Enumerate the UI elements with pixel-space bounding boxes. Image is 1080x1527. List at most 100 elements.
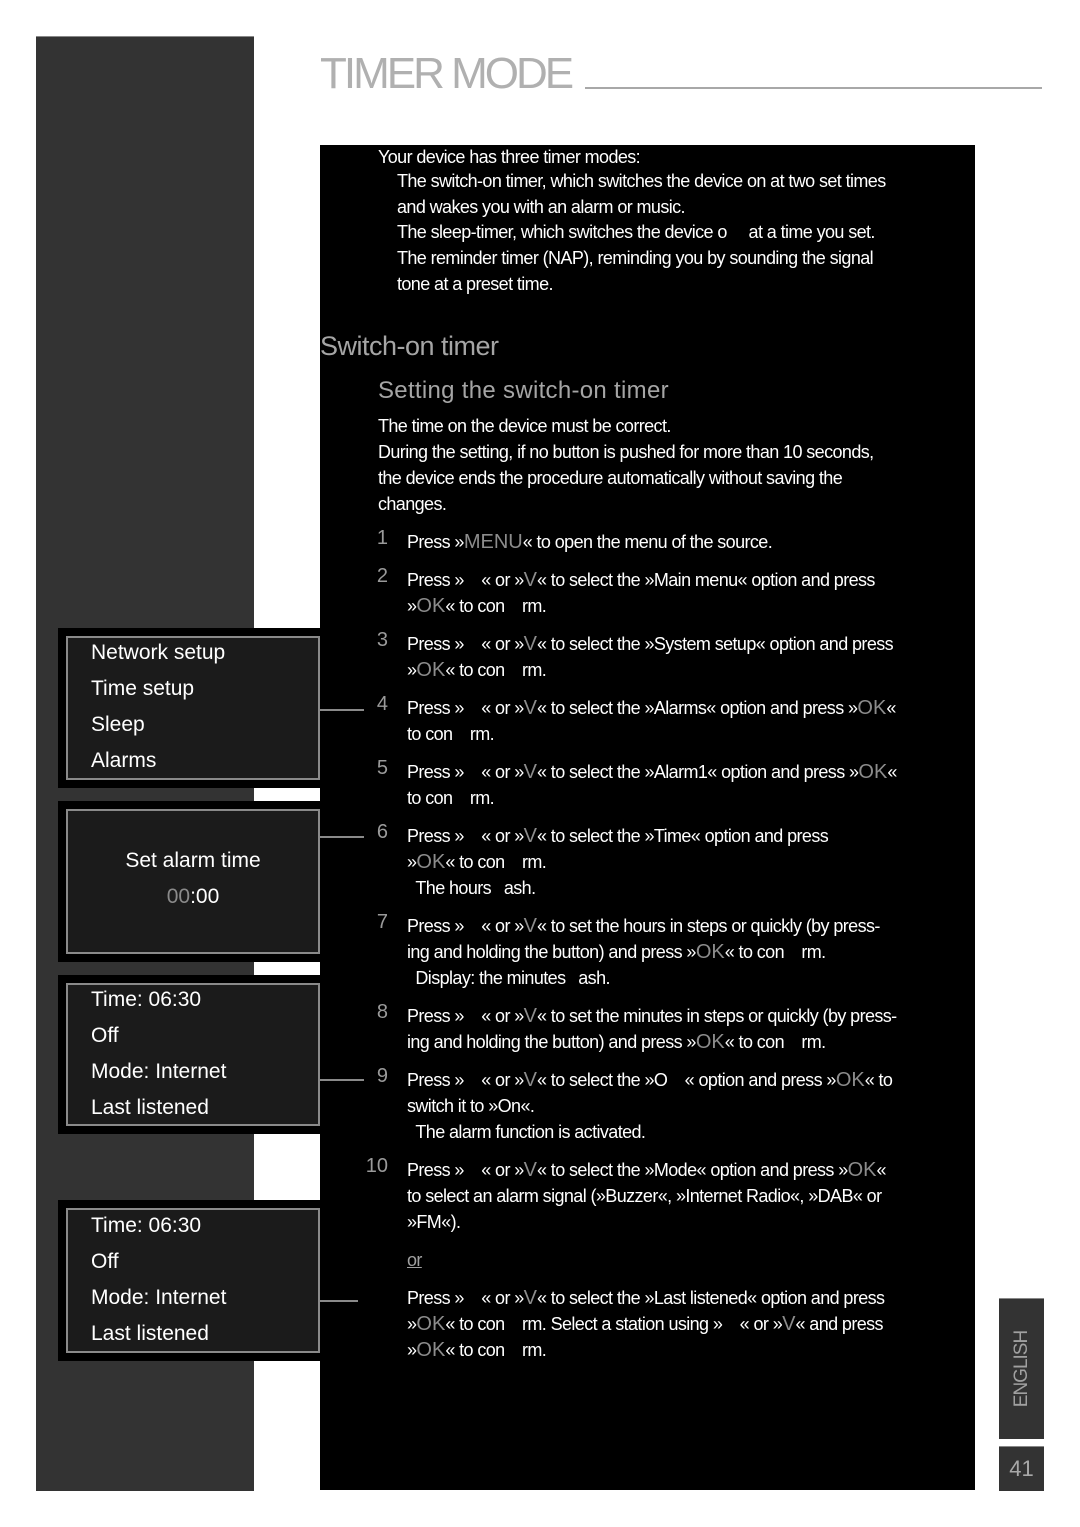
set-alarm-label: Set alarm time	[125, 849, 261, 872]
section-subheading: Setting the switch-on timer	[378, 377, 669, 404]
alarm-time-row: Time: 06:30	[91, 1214, 202, 1237]
alarm-mode-row: Mode: Internet	[91, 1286, 227, 1309]
alarm-status-row: Off	[91, 1250, 119, 1273]
button-key-label: OK	[695, 941, 725, 963]
display-screen: Set alarm time 00:00	[66, 809, 320, 954]
panel-gap	[254, 1134, 320, 1200]
intro-line: tone at a preset time.	[397, 274, 554, 294]
button-key-label: V	[523, 915, 537, 937]
language-label: ENGLISH	[1010, 1330, 1032, 1408]
step-text: Press » « or »V« to select the »Alarm1« …	[407, 761, 897, 783]
menu-item-alarms: Alarms	[91, 749, 157, 772]
step-text: Press » « or »V« to select the »Alarms« …	[407, 697, 896, 719]
step-number: 2	[376, 565, 388, 587]
button-key-label: OK	[847, 1159, 877, 1181]
panel-gap	[254, 580, 320, 628]
step-number: 3	[376, 629, 388, 651]
button-key-label: OK	[416, 659, 446, 681]
alarm-hours: 00	[166, 885, 191, 908]
alarm-time-value: 00:00	[68, 885, 318, 909]
step-number: 5	[376, 757, 388, 779]
connector-line	[320, 709, 364, 711]
button-key-label: OK	[858, 761, 888, 783]
alarm-minutes: 00	[195, 885, 220, 908]
step-text: to con rm.	[407, 724, 495, 744]
button-key-label: OK	[416, 1313, 446, 1335]
button-key-label: OK	[695, 1031, 725, 1053]
display-alarm-settings: Time: 06:30 Off Mode: Internet Last list…	[58, 975, 320, 1134]
button-key-label: V	[523, 1069, 537, 1091]
step-text: ing and holding the button) and press »O…	[407, 1031, 826, 1053]
step-text: »OK« to con rm.	[407, 659, 547, 681]
alt-step-text: »OK« to con rm. Select a station using »…	[407, 1313, 884, 1335]
instructions-block: Your device has three timer modes: The s…	[320, 145, 975, 1490]
step-text: »OK« to con rm.	[407, 851, 547, 873]
button-key-label: V	[523, 1005, 537, 1027]
menu-item-network-setup: Network setup	[91, 641, 226, 664]
display-set-alarm: Set alarm time 00:00	[58, 801, 320, 962]
step-text: »OK« to con rm.	[407, 595, 547, 617]
display-screen: Time: 06:30 Off Mode: Internet Last list…	[66, 1208, 320, 1353]
step-number: 4	[376, 693, 388, 715]
panel-gap	[254, 1361, 320, 1490]
menu-item-time-setup: Time setup	[91, 677, 195, 700]
note-line: During the setting, if no button is push…	[378, 442, 874, 462]
step-number: 6	[376, 821, 388, 843]
display-screen: Network setup Time setup Sleep Alarms	[66, 636, 320, 780]
display-screen: Time: 06:30 Off Mode: Internet Last list…	[66, 983, 320, 1126]
page-number: 41	[999, 1446, 1044, 1491]
alt-step-text: »OK« to con rm.	[407, 1339, 547, 1361]
connector-line	[320, 836, 364, 838]
alt-step-text: Press » « or »V« to select the »Last lis…	[407, 1287, 885, 1309]
step-text: to select an alarm signal (»Buzzer«, »In…	[407, 1186, 882, 1206]
button-key-label: V	[782, 1313, 796, 1335]
menu-item-sleep: Sleep	[91, 713, 145, 736]
step-text: Press » « or »V« to select the »Mode« op…	[407, 1159, 887, 1181]
button-key-label: V	[523, 1159, 537, 1181]
step-number: 7	[376, 911, 388, 933]
display-alarm-settings-2: Time: 06:30 Off Mode: Internet Last list…	[58, 1200, 320, 1361]
section-heading: Switch-on timer	[320, 331, 499, 361]
connector-line	[320, 1079, 364, 1081]
step-text: switch it to »On«.	[407, 1096, 535, 1116]
step-text: Press »MENU« to open the menu of the sou…	[407, 531, 773, 553]
button-key-label: MENU	[463, 531, 523, 553]
display-menu: Network setup Time setup Sleep Alarms	[58, 628, 320, 788]
intro-line: The switch-on timer, which switches the …	[397, 171, 886, 191]
language-tab: ENGLISH	[999, 1298, 1044, 1439]
button-key-label: V	[523, 761, 537, 783]
title-rule	[585, 87, 1042, 89]
button-key-label: V	[523, 569, 537, 591]
note-line: the device ends the procedure automatica…	[378, 468, 843, 488]
intro-line: The reminder timer (NAP), reminding you …	[397, 248, 874, 268]
step-text: Display: the minutes ash.	[407, 968, 610, 988]
button-key-label: OK	[835, 1069, 865, 1091]
intro-line: The sleep-timer, which switches the devi…	[397, 222, 875, 242]
step-text: »FM«).	[407, 1212, 461, 1232]
step-text: to con rm.	[407, 788, 495, 808]
intro-lead: Your device has three timer modes:	[378, 147, 641, 167]
panel-gap	[254, 788, 320, 801]
step-text: The alarm function is activated.	[407, 1122, 646, 1142]
step-text: Press » « or »V« to select the »System s…	[407, 633, 894, 655]
step-number: 10	[365, 1155, 388, 1177]
button-key-label: OK	[416, 595, 446, 617]
step-text: Press » « or »V« to set the minutes in s…	[407, 1005, 897, 1027]
page-title: TIMER MODE	[320, 49, 574, 98]
or-label: or	[407, 1250, 422, 1270]
alarm-time-row: Time: 06:30	[91, 988, 202, 1011]
step-text: Press » « or »V« to select the »Time« op…	[407, 825, 829, 847]
button-key-label: OK	[857, 697, 887, 719]
button-key-label: V	[523, 825, 537, 847]
button-key-label: V	[523, 697, 537, 719]
intro-line: and wakes you with an alarm or music.	[397, 197, 686, 217]
step-text: The hours ash.	[407, 878, 536, 898]
step-number: 1	[376, 527, 388, 549]
alarm-mode-row: Mode: Internet	[91, 1060, 227, 1083]
step-text: Press » « or »V« to select the »O « opti…	[407, 1069, 893, 1091]
step-text: Press » « or »V« to set the hours in ste…	[407, 915, 880, 937]
alarm-last-listened-row: Last listened	[91, 1322, 209, 1345]
button-key-label: OK	[416, 851, 446, 873]
alarm-status-row: Off	[91, 1024, 119, 1047]
panel-gap	[254, 962, 320, 975]
